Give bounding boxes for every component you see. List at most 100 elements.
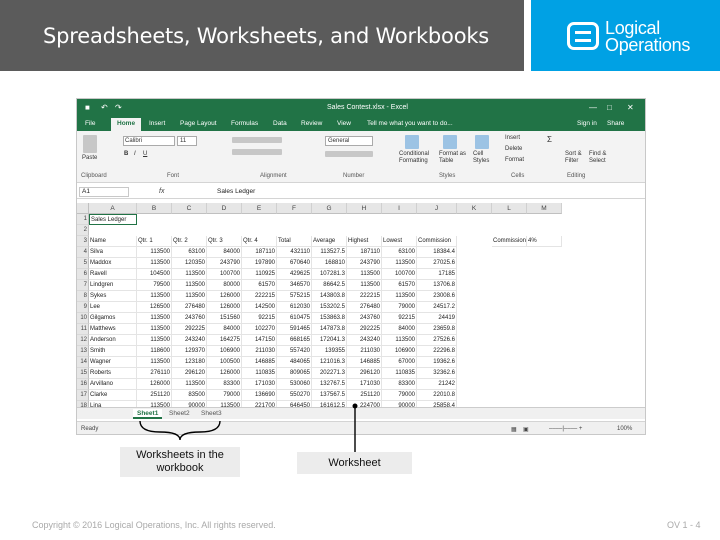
cell[interactable]: 153863.8 — [312, 313, 347, 324]
close-icon[interactable]: ✕ — [627, 103, 634, 112]
cell[interactable]: 251120 — [137, 390, 172, 401]
cell[interactable]: Commission — [492, 236, 527, 247]
cell[interactable]: 17185 — [417, 269, 457, 280]
cell[interactable]: Average — [312, 236, 347, 247]
cell[interactable]: 84000 — [207, 324, 242, 335]
row-header[interactable]: 7 — [77, 280, 89, 291]
cell[interactable]: 147150 — [242, 335, 277, 346]
column-header-l[interactable]: L — [492, 203, 527, 214]
cell[interactable]: 63100 — [382, 247, 417, 258]
cell[interactable]: 92215 — [242, 313, 277, 324]
cell[interactable]: 113500 — [382, 258, 417, 269]
cell[interactable]: 211030 — [242, 346, 277, 357]
cell[interactable]: 61570 — [242, 280, 277, 291]
cell[interactable]: 83300 — [382, 379, 417, 390]
cell[interactable]: 432110 — [277, 247, 312, 258]
formula-input[interactable]: Sales Ledger — [217, 188, 255, 195]
underline-icon[interactable]: U — [143, 151, 147, 157]
cell[interactable]: 126000 — [137, 379, 172, 390]
cell[interactable]: 296120 — [347, 368, 382, 379]
cell[interactable]: Lee — [89, 302, 137, 313]
column-header-e[interactable]: E — [242, 203, 277, 214]
cell[interactable]: 143803.8 — [312, 291, 347, 302]
cell[interactable]: 4% — [527, 236, 562, 247]
conditional-formatting-label[interactable]: Conditional Formatting — [399, 151, 435, 165]
row-header[interactable]: 15 — [77, 368, 89, 379]
cell[interactable]: 222215 — [347, 291, 382, 302]
cell[interactable]: 110925 — [242, 269, 277, 280]
cell[interactable]: 23008.6 — [417, 291, 457, 302]
cell[interactable]: 809065 — [277, 368, 312, 379]
cell[interactable]: 222215 — [242, 291, 277, 302]
page-layout-view-icon[interactable]: ▣ — [523, 426, 529, 433]
cell[interactable]: 27526.6 — [417, 335, 457, 346]
zoom-level[interactable]: 100% — [617, 426, 632, 432]
autosum-icon[interactable]: Σ — [547, 135, 552, 144]
minimize-icon[interactable]: — — [589, 103, 597, 112]
cell[interactable]: 171030 — [242, 379, 277, 390]
cell[interactable]: 113500 — [137, 335, 172, 346]
row-header[interactable]: 13 — [77, 346, 89, 357]
fx-icon[interactable]: fx — [159, 188, 164, 195]
cell[interactable]: 292225 — [172, 324, 207, 335]
conditional-formatting-icon[interactable] — [405, 135, 419, 149]
redo-icon[interactable]: ↷ — [115, 103, 122, 112]
cell[interactable]: 27025.6 — [417, 258, 457, 269]
tab-insert[interactable]: Insert — [149, 120, 165, 127]
cell[interactable]: 187110 — [347, 247, 382, 258]
cell[interactable]: 79500 — [137, 280, 172, 291]
cell[interactable]: 107281.3 — [312, 269, 347, 280]
cell[interactable]: 63100 — [172, 247, 207, 258]
save-icon[interactable]: ■ — [85, 103, 90, 112]
column-header-i[interactable]: I — [382, 203, 417, 214]
row-header[interactable]: 4 — [77, 247, 89, 258]
cell[interactable]: 113500 — [137, 324, 172, 335]
column-header-g[interactable]: G — [312, 203, 347, 214]
row-header[interactable]: 6 — [77, 269, 89, 280]
cell[interactable]: 113500 — [382, 291, 417, 302]
sort-filter-button[interactable]: Sort & Filter — [565, 151, 587, 165]
cell[interactable]: 670640 — [277, 258, 312, 269]
cell[interactable]: 67000 — [382, 357, 417, 368]
cell[interactable]: 591465 — [277, 324, 312, 335]
cell[interactable]: 100500 — [207, 357, 242, 368]
cell[interactable]: 24419 — [417, 313, 457, 324]
italic-icon[interactable]: I — [134, 151, 136, 157]
indent-icons[interactable] — [232, 149, 282, 155]
cell[interactable]: 126000 — [207, 368, 242, 379]
undo-icon[interactable]: ↶ — [101, 103, 108, 112]
cell[interactable]: 84000 — [382, 324, 417, 335]
cell[interactable]: 126000 — [207, 302, 242, 313]
row-header[interactable]: 17 — [77, 390, 89, 401]
cell[interactable]: 84000 — [207, 247, 242, 258]
tab-page-layout[interactable]: Page Layout — [180, 120, 217, 127]
tab-data[interactable]: Data — [273, 120, 287, 127]
cell[interactable]: 121016.3 — [312, 357, 347, 368]
cell[interactable]: 153202.5 — [312, 302, 347, 313]
sign-in-link[interactable]: Sign in — [577, 120, 597, 127]
tab-file[interactable]: File — [85, 120, 95, 127]
cell[interactable]: 18384.4 — [417, 247, 457, 258]
cell[interactable]: 243240 — [347, 335, 382, 346]
cell[interactable]: 243760 — [172, 313, 207, 324]
cell[interactable]: 113500 — [137, 258, 172, 269]
cell-styles-label[interactable]: Cell Styles — [473, 151, 493, 165]
cell[interactable]: 168810 — [312, 258, 347, 269]
cell[interactable]: 429625 — [277, 269, 312, 280]
cell[interactable]: 610475 — [277, 313, 312, 324]
cell[interactable]: 136690 — [242, 390, 277, 401]
cell[interactable]: 79000 — [207, 390, 242, 401]
cell[interactable]: 146885 — [242, 357, 277, 368]
number-format-select[interactable]: General — [325, 136, 373, 146]
row-header[interactable]: 12 — [77, 335, 89, 346]
cell[interactable]: 243790 — [207, 258, 242, 269]
cell[interactable]: 24517.2 — [417, 302, 457, 313]
cell[interactable]: Gilgamos — [89, 313, 137, 324]
cell[interactable]: Lindgren — [89, 280, 137, 291]
cell[interactable]: Ravell — [89, 269, 137, 280]
cell[interactable]: 106900 — [207, 346, 242, 357]
font-name-select[interactable]: Calibri — [123, 136, 175, 146]
cell[interactable]: 123180 — [172, 357, 207, 368]
cell[interactable]: 86642.5 — [312, 280, 347, 291]
tab-formulas[interactable]: Formulas — [231, 120, 258, 127]
